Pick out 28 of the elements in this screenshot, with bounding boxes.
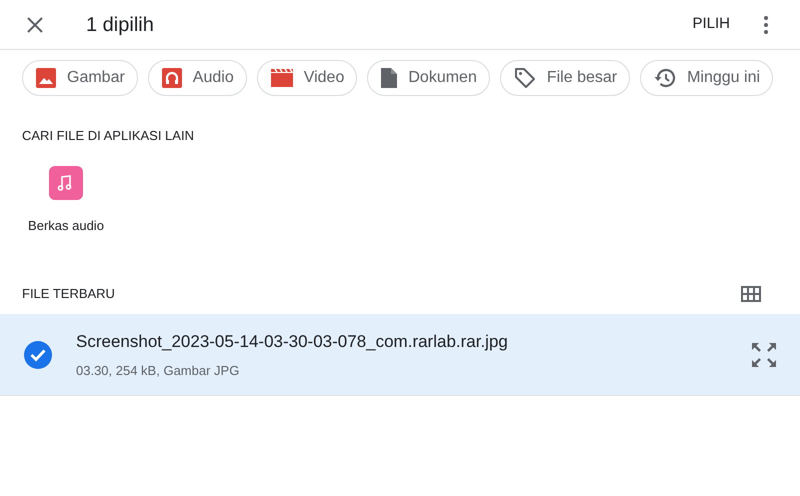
filter-chip[interactable]: Minggu ini bbox=[640, 60, 774, 96]
tag-icon bbox=[512, 66, 537, 90]
music-note-icon bbox=[49, 166, 83, 200]
headphones-icon bbox=[160, 67, 183, 89]
file-details: 03.30, 254 kB, Gambar JPG bbox=[76, 362, 240, 380]
grid-view-button[interactable] bbox=[741, 286, 761, 302]
clapperboard-icon bbox=[270, 68, 294, 88]
section-heading: FILE TERBARU bbox=[22, 285, 115, 304]
file-row[interactable]: Screenshot_2023-05-14-03-30-03-078_com.rarlab.rar.jpg 03.30, 254 kB, Gambar JPG bbox=[0, 314, 800, 396]
select-button[interactable]: PILIH bbox=[684, 13, 738, 36]
filter-chip[interactable]: Gambar bbox=[22, 60, 138, 96]
filter-chip[interactable]: File besar bbox=[500, 60, 630, 96]
selection-count: 1 dipilih bbox=[86, 12, 154, 38]
filter-chip[interactable]: Video bbox=[256, 60, 358, 96]
grid-icon bbox=[741, 286, 761, 302]
history-icon bbox=[653, 66, 678, 90]
close-icon bbox=[26, 16, 44, 34]
section-heading: CARI FILE DI APLIKASI LAIN bbox=[21, 127, 195, 145]
filter-chip[interactable]: Audio bbox=[148, 60, 247, 96]
filter-chip[interactable]: Dokumen bbox=[367, 60, 490, 96]
expand-icon bbox=[750, 340, 778, 368]
app-shortcut[interactable]: Berkas audio bbox=[22, 166, 110, 235]
more-icon bbox=[763, 14, 769, 34]
document-icon bbox=[380, 67, 398, 89]
image-icon bbox=[35, 67, 57, 89]
expand-button[interactable] bbox=[750, 340, 778, 368]
checkmark-icon bbox=[24, 340, 52, 368]
file-name: Screenshot_2023-05-14-03-30-03-078_com.rarlab.rar.jpg bbox=[76, 331, 508, 353]
